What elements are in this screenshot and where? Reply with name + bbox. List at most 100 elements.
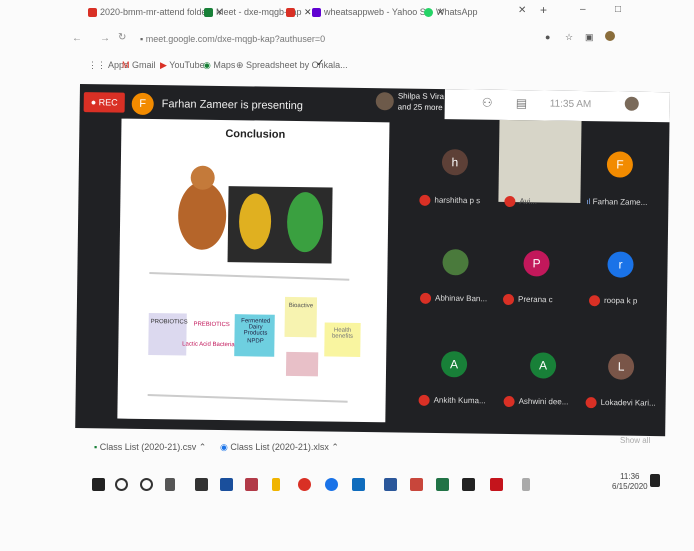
- tab-label: 2020-bmm-mr-attend folder: [100, 7, 210, 17]
- url-text: meet.google.com/dxe-mqgb-kap?authuser=0: [145, 34, 326, 44]
- tray-icon[interactable]: [522, 478, 530, 491]
- presentation-slide: Conclusion PROBIOTICS PREBIOTICS Ferment…: [117, 118, 390, 423]
- address-bar[interactable]: ▪ meet.google.com/dxe-mqgb-kap?authuser=…: [140, 34, 325, 44]
- bookmark-label: Maps: [213, 60, 236, 70]
- powerpoint-icon[interactable]: [410, 478, 423, 491]
- folder-icon[interactable]: [272, 478, 280, 491]
- user-avatar[interactable]: [624, 96, 639, 111]
- mic-off-icon: [588, 295, 601, 307]
- forward-icon[interactable]: →: [100, 33, 110, 44]
- chevron-up-icon[interactable]: ⌃: [196, 442, 207, 452]
- download-filename: Class List (2020-21).csv: [99, 442, 197, 452]
- bookmark-gmail[interactable]: M Gmail: [122, 60, 156, 70]
- new-tab-icon[interactable]: +: [540, 3, 547, 17]
- participant-tile[interactable]: Abhinav Ban...: [412, 229, 495, 312]
- tab-label: wheatsappweb - Yahoo Se: [324, 7, 431, 17]
- maps-icon: ◉: [203, 60, 214, 70]
- star-icon[interactable]: ☆: [565, 32, 573, 43]
- minimize-icon[interactable]: –: [580, 4, 586, 15]
- recording-badge: ● REC: [83, 92, 125, 113]
- mail-icon: [286, 8, 295, 18]
- gmail-icon: [88, 8, 97, 18]
- profile-avatar[interactable]: [605, 31, 615, 41]
- participant-name: Farhan Zame...: [592, 197, 648, 207]
- maximize-icon[interactable]: □: [615, 4, 621, 15]
- reload-icon[interactable]: ↻: [118, 32, 126, 43]
- notification-icon[interactable]: [650, 474, 660, 487]
- slide-box-text: NPDP: [247, 338, 264, 345]
- browser-tab-2[interactable]: ✕: [286, 7, 312, 18]
- chevron-up-icon[interactable]: ⌃: [329, 442, 339, 452]
- apps-icon: ⋮⋮: [88, 60, 109, 70]
- chat-icon[interactable]: ▤: [516, 96, 528, 110]
- mic-off-icon: [502, 293, 515, 306]
- extension-icon[interactable]: ▣: [585, 32, 594, 43]
- slide-box-text: Lactic Acid Bacteria: [182, 341, 235, 349]
- presenting-text: Farhan Zameer is presenting: [161, 98, 304, 113]
- participant-avatar: [375, 92, 394, 111]
- participant-tile[interactable]: F ıl Farhan Zame...: [584, 131, 667, 214]
- participant-name: roopa k p: [603, 295, 638, 306]
- browser-tab-0[interactable]: 2020-bmm-mr-attend folder ✕: [88, 7, 223, 18]
- chrome-icon[interactable]: [298, 478, 311, 491]
- lock-icon: ▪: [140, 34, 144, 44]
- download-item-1[interactable]: ◉ Class List (2020-21).xlsx ⌃: [220, 442, 339, 453]
- participants-summary[interactable]: Shilpa S Vira and 25 more: [398, 90, 444, 113]
- bookmark-youtube[interactable]: ▶ YouTube: [160, 60, 205, 71]
- mic-off-icon: [504, 195, 516, 208]
- participant-tile[interactable]: L Lokadevi Kari...: [581, 331, 664, 414]
- show-all-button[interactable]: Show all: [620, 436, 650, 445]
- globe-icon: ⊕: [236, 60, 247, 70]
- task-view-icon[interactable]: [165, 478, 175, 491]
- mic-off-icon: [503, 395, 515, 408]
- cortana-icon[interactable]: [140, 478, 153, 491]
- participant-name: Lokadevi Kari...: [600, 397, 656, 408]
- close-icon[interactable]: ✕: [304, 7, 312, 17]
- participant-name: harshitha p s: [434, 195, 481, 206]
- gmail-icon: M: [122, 60, 132, 70]
- participant-tile[interactable]: P Prerana c: [497, 230, 580, 313]
- word-icon[interactable]: [384, 478, 397, 491]
- close-icon[interactable]: ✕: [518, 5, 526, 16]
- back-icon[interactable]: ←: [72, 33, 82, 44]
- download-item-0[interactable]: ▪ Class List (2020-21).csv ⌃: [94, 442, 206, 453]
- windows-start-icon[interactable]: [92, 478, 105, 491]
- participant-tile[interactable]: A Ashwini dee...: [495, 330, 578, 413]
- excel-icon[interactable]: [436, 478, 449, 491]
- store-icon[interactable]: [462, 478, 475, 491]
- record-icon: ●: [90, 97, 99, 108]
- mic-off-icon: [585, 397, 597, 409]
- participant-name: Abhinav Ban...: [434, 293, 488, 304]
- slide-box-text: Bioactive: [288, 302, 314, 310]
- yahoo-icon: [312, 8, 321, 18]
- meet-window: ● REC F Farhan Zameer is presenting Shil…: [75, 84, 670, 437]
- meet-icon: [204, 8, 213, 18]
- participant-tile-video[interactable]: Avi...: [498, 119, 582, 208]
- bookmark-maps[interactable]: ◉ Maps: [203, 60, 235, 71]
- mail-app-icon[interactable]: [220, 478, 233, 491]
- participant-tile[interactable]: h harshitha p s: [413, 129, 496, 212]
- presenter-avatar: F: [131, 92, 154, 116]
- app-icon[interactable]: [245, 478, 258, 491]
- participant-avatar-photo: [442, 249, 469, 276]
- participant-avatar: h: [441, 149, 469, 176]
- mic-off-icon: [419, 292, 432, 304]
- app-icon[interactable]: [195, 478, 208, 491]
- edge-icon[interactable]: [325, 478, 338, 491]
- pdf-icon[interactable]: [490, 478, 503, 491]
- taskbar-date: 6/15/2020: [612, 482, 648, 491]
- bookmark-spreadsheet[interactable]: ⊕ Spreadsheet by Onkala...: [236, 60, 348, 71]
- search-icon[interactable]: [115, 478, 128, 491]
- participant-avatar: F: [606, 151, 634, 178]
- participant-tile[interactable]: A Ankith Kuma...: [410, 329, 493, 412]
- app-icon[interactable]: [352, 478, 365, 491]
- system-clock[interactable]: 11:36 6/15/2020: [612, 472, 648, 492]
- people-icon[interactable]: ⚇: [482, 96, 493, 110]
- bookmark-label: YouTube: [169, 60, 205, 70]
- file-icon: ◉: [220, 442, 231, 452]
- slide-graphics: [147, 165, 361, 403]
- participant-tile[interactable]: r roopa k p: [583, 231, 666, 314]
- browser-tab-4[interactable]: WhatsApp: [424, 7, 478, 18]
- extension-icon[interactable]: ●: [545, 32, 550, 42]
- participant-name: Avi...: [519, 196, 538, 207]
